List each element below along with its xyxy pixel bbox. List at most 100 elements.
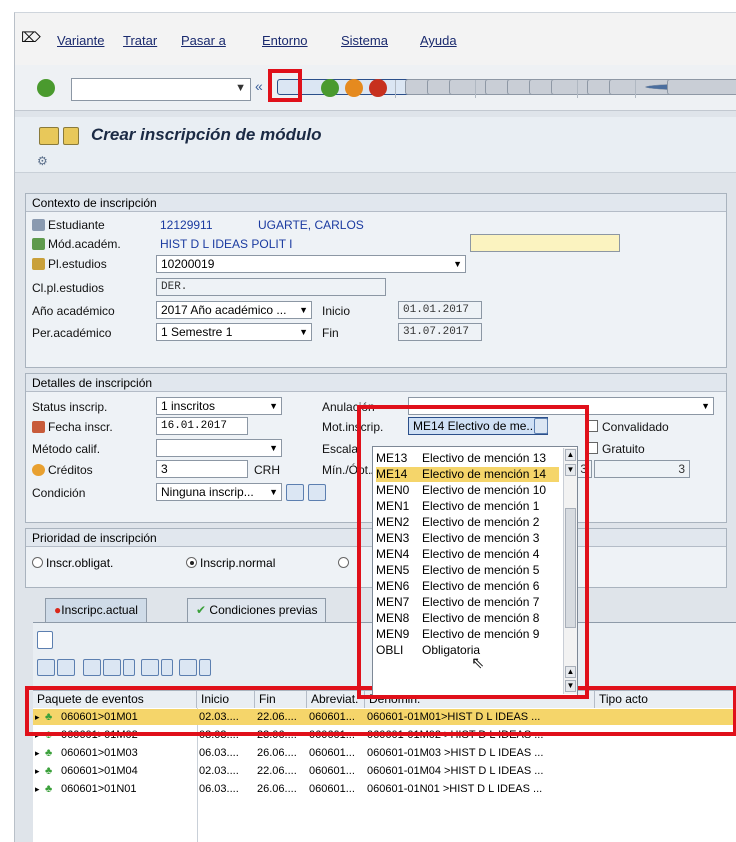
escala-label: Escala xyxy=(322,442,359,456)
toolbar-separator xyxy=(577,80,578,98)
status-select[interactable]: 1 inscritos ▼ xyxy=(156,397,282,415)
settings-icon[interactable]: ⚙ xyxy=(37,154,48,168)
estudiante-name: UGARTE, CARLOS xyxy=(258,218,364,232)
chevron-down-icon[interactable] xyxy=(161,659,173,676)
menu-ayuda[interactable]: Ayuda xyxy=(420,33,457,48)
enter-check-icon[interactable] xyxy=(37,79,55,97)
modacadem-value[interactable]: HIST D L IDEAS POLIT I xyxy=(160,237,293,251)
max-field: 3 xyxy=(594,460,690,478)
sum-icon[interactable] xyxy=(103,659,121,676)
chevron-down-icon[interactable] xyxy=(199,659,211,676)
save-highlight xyxy=(268,69,302,102)
table-row[interactable]: ▸ ♣ 060601>01M03 06.03.... 26.06.... 060601.… xyxy=(33,745,736,761)
chevron-down-icon[interactable]: ▼ xyxy=(299,324,308,340)
check-icon: ✔ xyxy=(196,603,207,617)
menu-tratar[interactable]: Tratar xyxy=(123,33,157,48)
inicio-label: Inicio xyxy=(322,304,351,318)
title-bar: Crear inscripción de módulo ⚙ xyxy=(15,117,736,173)
study-plan-icon xyxy=(32,258,45,270)
creditos-label: Créditos xyxy=(48,463,93,477)
metodo-label: Método calif. xyxy=(32,442,101,456)
back-icon[interactable] xyxy=(321,79,339,97)
layout-menu-icon[interactable] xyxy=(667,79,736,95)
fecha-input[interactable]: 16.01.2017 xyxy=(156,417,248,435)
collapse-icon[interactable]: « xyxy=(255,78,263,94)
command-field[interactable]: ▼ xyxy=(71,78,251,101)
chevron-down-icon[interactable]: ▼ xyxy=(299,302,308,318)
chevron-down-icon[interactable]: ▼ xyxy=(269,484,278,500)
expand-icon[interactable]: ▸ xyxy=(35,745,40,761)
convalidado-label: Convalidado xyxy=(602,420,669,434)
menu-pasar-a[interactable]: Pasar a xyxy=(181,33,226,48)
student-icon xyxy=(32,219,45,231)
highlight-field xyxy=(470,234,620,252)
menu-dropdown-icon[interactable] xyxy=(63,127,79,145)
toolbar: ▼ « xyxy=(15,65,736,111)
expand-icon[interactable]: ▸ xyxy=(35,781,40,797)
menu-sistema[interactable]: Sistema xyxy=(341,33,388,48)
toolbar-separator xyxy=(395,80,396,98)
sap-window: ⌦ Variante Tratar Pasar a Entorno Sistem… xyxy=(14,12,736,842)
condition-detail-icon[interactable] xyxy=(286,484,304,501)
detalles-caption: Detalles de inscripción xyxy=(26,374,726,392)
menu-bar: ⌦ Variante Tratar Pasar a Entorno Sistem… xyxy=(15,13,736,65)
creditos-unit: CRH xyxy=(254,463,280,477)
page-title: Crear inscripción de módulo xyxy=(91,125,322,144)
dropdown-highlight xyxy=(357,405,589,699)
contexto-caption: Contexto de inscripción xyxy=(26,194,726,212)
chevron-down-icon[interactable]: ▼ xyxy=(269,440,278,456)
anio-select[interactable]: 2017 Año académico ... ▼ xyxy=(156,301,312,319)
details-icon[interactable] xyxy=(37,631,53,649)
sort-ascending-icon[interactable] xyxy=(37,659,55,676)
inscr-obligat-radio[interactable]: Inscr.obligat. xyxy=(32,556,113,570)
event-package-icon: ♣ xyxy=(45,783,53,795)
menu-entorno[interactable]: Entorno xyxy=(262,33,308,48)
module-icon xyxy=(32,238,45,250)
contexto-group: Contexto de inscripción Estudiante 12129… xyxy=(25,193,727,368)
expand-icon[interactable]: ▸ xyxy=(35,763,40,779)
fin-label: Fin xyxy=(322,326,339,340)
modacadem-label: Mód.académ. xyxy=(48,237,121,251)
chevron-down-icon[interactable] xyxy=(123,659,135,676)
exit-icon[interactable] xyxy=(345,79,363,97)
plestudios-select[interactable]: 10200019 ▼ xyxy=(156,255,466,273)
condicion-select[interactable]: Ninguna inscrip... ▼ xyxy=(156,483,282,501)
inscrip-normal-radio[interactable]: Inscrip.normal xyxy=(186,556,275,570)
calendar-icon xyxy=(32,421,45,433)
toolbar-separator xyxy=(635,80,636,98)
metodo-select[interactable]: ▼ xyxy=(156,439,282,457)
fin-field: 31.07.2017 xyxy=(398,323,482,341)
chevron-down-icon[interactable]: ▼ xyxy=(235,82,246,94)
plestudios-label: Pl.estudios xyxy=(48,257,107,271)
tab-inscripc-actual[interactable]: ●Inscripc.actual xyxy=(45,598,147,622)
find-icon[interactable] xyxy=(83,659,101,676)
creditos-input[interactable]: 3 xyxy=(156,460,248,478)
event-package-icon: ♣ xyxy=(45,747,53,759)
toolbar-separator xyxy=(475,80,476,98)
cancel-icon[interactable] xyxy=(369,79,387,97)
third-radio[interactable] xyxy=(338,556,352,570)
condition-edit-icon[interactable] xyxy=(308,484,326,501)
layout-icon[interactable] xyxy=(179,659,197,676)
table-row[interactable]: ▸ ♣ 060601>01M04 02.03.... 22.06.... 060601.… xyxy=(33,763,736,779)
chevron-down-icon[interactable]: ▼ xyxy=(269,398,278,414)
transaction-icon[interactable] xyxy=(39,127,59,145)
clpl-field: DER. xyxy=(156,278,386,296)
status-label: Status inscrip. xyxy=(32,400,108,414)
tab-condiciones-previas[interactable]: ✔ Condiciones previas xyxy=(187,598,327,622)
fecha-label: Fecha inscr. xyxy=(48,420,113,434)
credits-icon xyxy=(32,464,45,476)
print-icon[interactable] xyxy=(141,659,159,676)
event-package-icon: ♣ xyxy=(45,765,53,777)
menu-exit-icon[interactable]: ⌦ xyxy=(21,29,41,46)
menu-variante[interactable]: Variante xyxy=(57,33,104,48)
sort-descending-icon[interactable] xyxy=(57,659,75,676)
estudiante-id[interactable]: 12129911 xyxy=(160,218,213,232)
per-label: Per.académico xyxy=(32,326,112,340)
anio-label: Año académico xyxy=(32,304,115,318)
inicio-field: 01.01.2017 xyxy=(398,301,482,319)
chevron-down-icon[interactable]: ▼ xyxy=(453,256,462,272)
chevron-down-icon[interactable]: ▼ xyxy=(701,398,710,414)
table-row[interactable]: ▸ ♣ 060601>01N01 06.03.... 26.06.... 060601.… xyxy=(33,781,736,797)
per-select[interactable]: 1 Semestre 1 ▼ xyxy=(156,323,312,341)
